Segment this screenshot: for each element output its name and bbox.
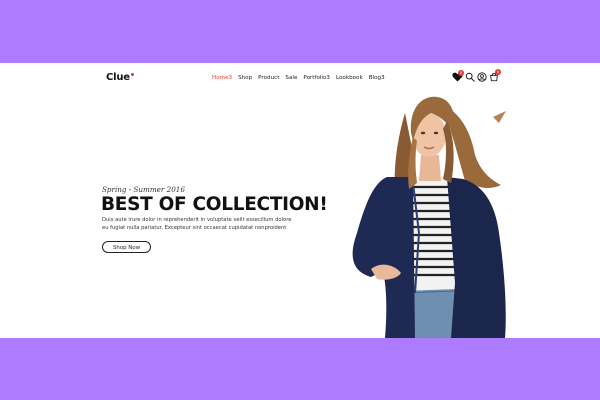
main-nav: Home3 Shop Product Sale Portfolio3 Lookb… — [212, 75, 385, 81]
nav-item-portfolio[interactable]: Portfolio3 — [303, 75, 330, 81]
nav-item-blog[interactable]: Blog3 — [369, 75, 385, 81]
header-icons: 0 0 — [452, 69, 502, 86]
cart-button[interactable]: 0 — [489, 69, 501, 82]
hero-description: Duis aute irure dolor in reprehenderit i… — [102, 216, 317, 232]
hero-subtitle: Spring - Summer 2016 — [102, 185, 185, 194]
user-icon — [477, 72, 487, 82]
wishlist-count-badge: 0 — [458, 70, 464, 76]
hero-description-line: eu fugiat nulla pariatur. Excepteur sint… — [102, 225, 287, 231]
header: Clue Home3 Shop Product Sale Portfolio3 … — [0, 63, 600, 95]
page: Clue Home3 Shop Product Sale Portfolio3 … — [0, 63, 600, 338]
shop-now-button[interactable]: Shop Now — [102, 241, 151, 253]
cart-count-badge: 0 — [495, 69, 501, 75]
hero-model-image — [343, 93, 508, 338]
logo[interactable]: Clue — [106, 72, 134, 83]
logo-dot — [130, 73, 134, 76]
nav-item-lookbook[interactable]: Lookbook — [336, 75, 363, 81]
search-button[interactable] — [465, 72, 475, 82]
account-button[interactable] — [477, 72, 487, 82]
nav-item-shop[interactable]: Shop — [238, 75, 252, 81]
hero-description-line: Duis aute irure dolor in reprehenderit i… — [102, 217, 292, 223]
logo-text: Clue — [106, 72, 130, 83]
nav-item-product[interactable]: Product — [258, 75, 279, 81]
nav-item-sale[interactable]: Sale — [285, 75, 297, 81]
nav-item-home[interactable]: Home3 — [212, 75, 232, 81]
wishlist-button[interactable]: 0 — [452, 70, 464, 82]
hero-title: BEST OF COLLECTION! — [101, 194, 328, 215]
search-icon — [465, 72, 475, 82]
